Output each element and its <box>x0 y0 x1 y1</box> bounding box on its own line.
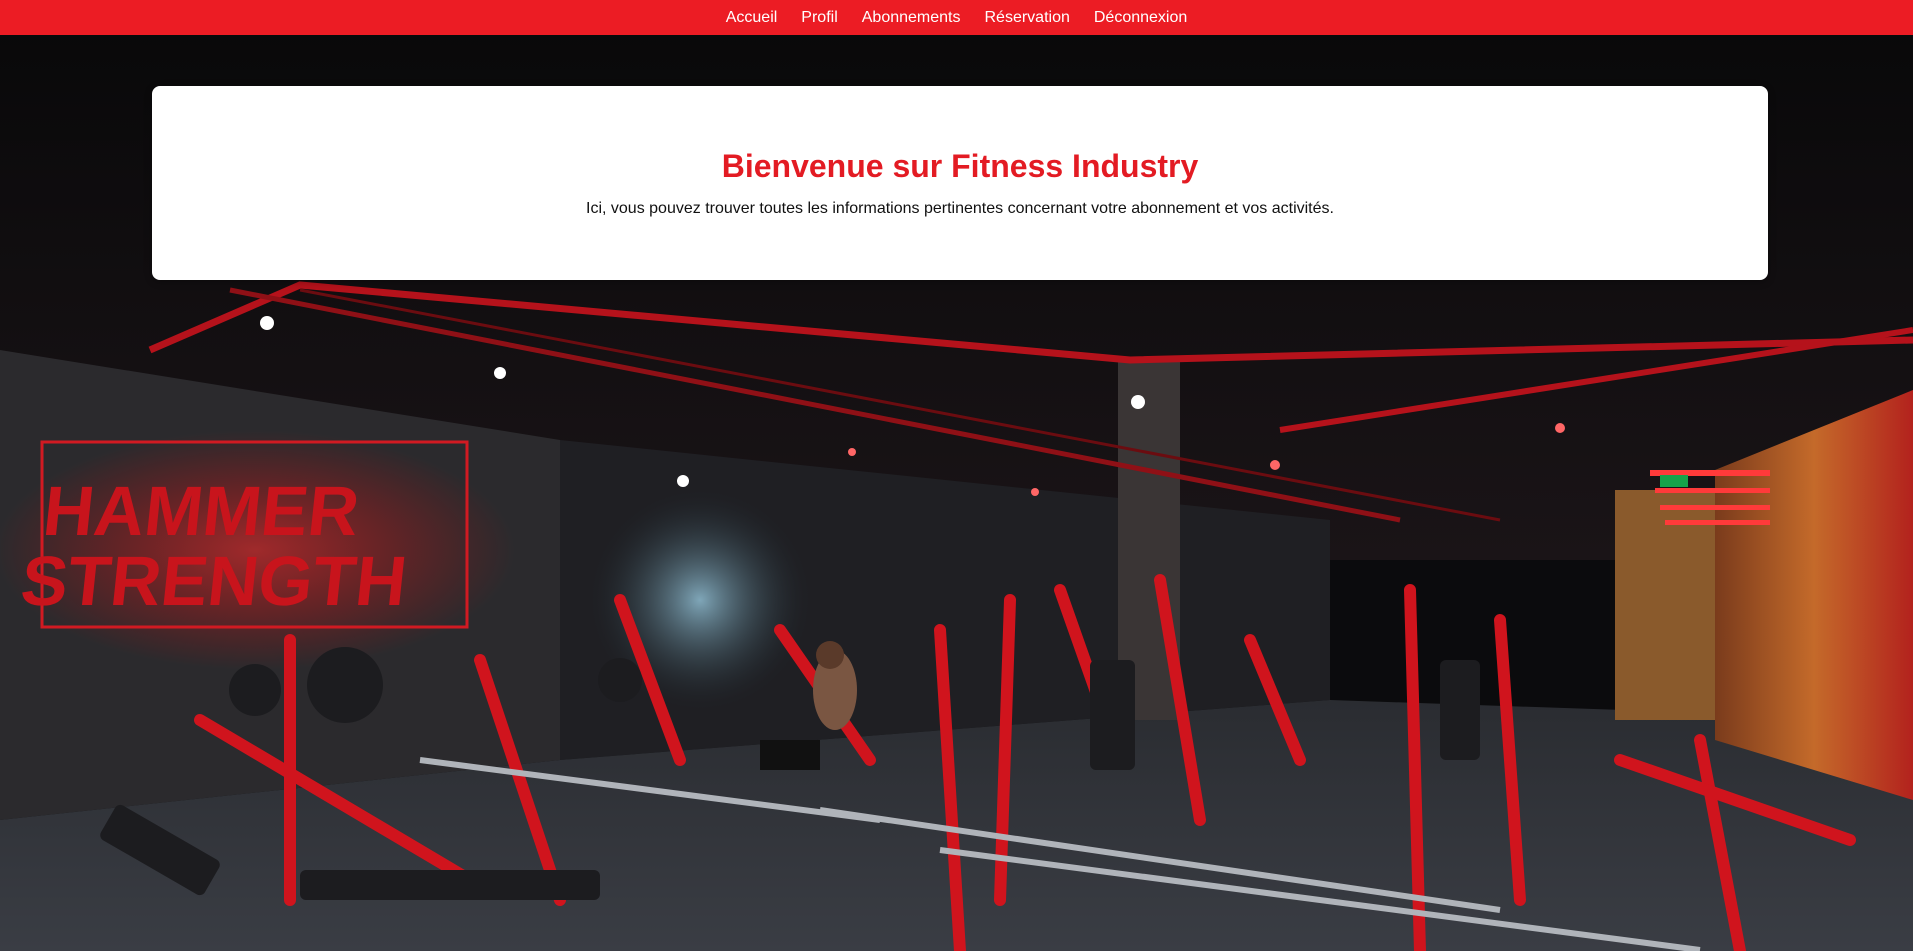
sign-text-line2: STRENGTH <box>17 541 410 620</box>
nav-link-reservation[interactable]: Réservation <box>972 0 1081 35</box>
top-navigation-bar: Accueil Profil Abonnements Réservation D… <box>0 0 1913 35</box>
welcome-description: Ici, vous pouvez trouver toutes les info… <box>586 200 1334 217</box>
welcome-title: Bienvenue sur Fitness Industry <box>721 148 1199 184</box>
nav-link-accueil[interactable]: Accueil <box>714 0 790 35</box>
welcome-card: Bienvenue sur Fitness Industry Ici, vous… <box>152 86 1768 280</box>
nav-link-profil[interactable]: Profil <box>789 0 849 35</box>
nav-link-deconnexion[interactable]: Déconnexion <box>1082 0 1199 35</box>
sign-text-line1: HAMMER <box>40 471 363 550</box>
nav-link-abonnements[interactable]: Abonnements <box>850 0 973 35</box>
